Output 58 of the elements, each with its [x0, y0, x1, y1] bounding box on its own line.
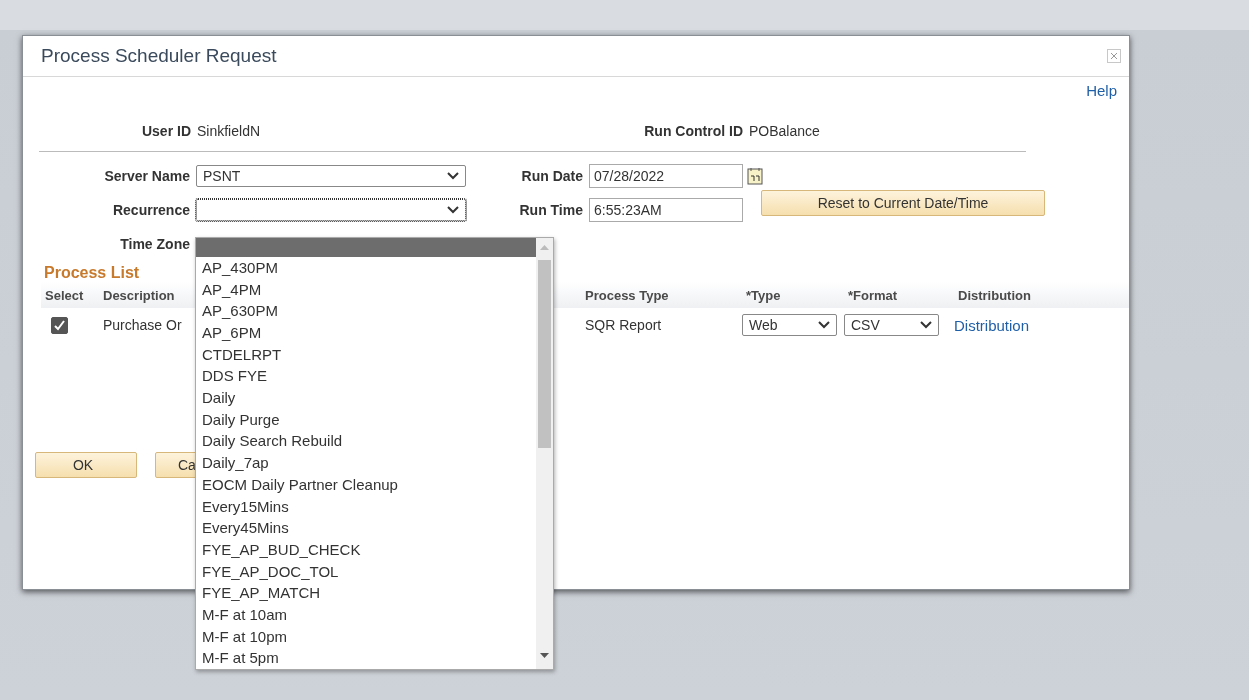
dropdown-option[interactable]: Every15Mins [196, 495, 536, 518]
field-label: Recurrence [111, 202, 191, 218]
dropdown-option[interactable]: M-F at 10am [196, 603, 536, 626]
dropdown-option[interactable]: DDS FYE [196, 365, 536, 388]
field-label: Run Date [520, 168, 584, 184]
field-value: SinkfieldN [197, 123, 262, 139]
caret-icon [447, 172, 459, 180]
caret-icon [920, 321, 932, 329]
select-field[interactable]: PSNT [196, 165, 466, 187]
date-field[interactable]: 07/28/2022 [589, 164, 743, 188]
dropdown-option[interactable]: Daily [196, 387, 536, 409]
field-value: POBalance [749, 123, 820, 139]
dropdown-option[interactable]: AP_6PM [196, 322, 536, 344]
caret-icon [447, 206, 459, 214]
column-header: *Format [847, 287, 898, 303]
field-label: Time Zone [119, 236, 191, 252]
time-field[interactable]: 6:55:23AM [589, 198, 743, 222]
dialog-button[interactable]: OK [35, 452, 137, 478]
dropdown-option[interactable]: Daily Search Rebuild [196, 430, 536, 453]
column-header: Process Type [584, 287, 669, 303]
dropdown-option[interactable]: Every45Mins [196, 517, 536, 539]
dialog-title: Process Scheduler Request [41, 45, 277, 67]
dropdown-option[interactable]: EOCM Daily Partner Cleanup [196, 473, 536, 496]
dropdown-option[interactable]: M-F at 5pm [196, 647, 536, 669]
checkbox[interactable] [51, 316, 68, 334]
dropdown-option[interactable]: Daily Purge [196, 408, 536, 431]
section-title: Process List [44, 264, 140, 282]
select-field[interactable]: Web [742, 314, 837, 336]
table-cell-text: Purchase Or [102, 317, 183, 333]
dropdown-option[interactable]: AP_430PM [196, 256, 536, 279]
dropdown-option[interactable]: CTDELRPT [196, 343, 536, 366]
close-icon [1110, 52, 1118, 60]
dropdown-option[interactable]: M-F at 10pm [196, 625, 536, 648]
dropdown-option[interactable]: Daily_7ap [196, 452, 536, 474]
field-label: Run Control ID [643, 123, 744, 139]
select-field[interactable] [196, 199, 466, 221]
column-header: *Type [745, 287, 781, 303]
table-cell-text: SQR Report [584, 317, 663, 333]
dropdown-option[interactable]: FYE_AP_MATCH [196, 582, 536, 604]
column-header: Select [44, 287, 84, 303]
dropdown-option[interactable]: FYE_AP_DOC_TOL [196, 560, 536, 583]
dropdown-option[interactable]: AP_630PM [196, 300, 536, 322]
field-label: Server Name [103, 168, 191, 184]
select-field[interactable]: CSV [844, 314, 939, 336]
help-link[interactable]: Help [1086, 82, 1117, 99]
close-button[interactable] [1107, 49, 1121, 63]
dropdown-option[interactable]: FYE_AP_BUD_CHECK [196, 538, 536, 561]
dropdown-option[interactable]: AP_4PM [196, 278, 536, 301]
caret-icon [818, 321, 830, 329]
column-header: Distribution [957, 287, 1031, 303]
field-label: Run Time [518, 202, 584, 218]
column-header: Description [102, 287, 175, 303]
calendar-icon[interactable] [747, 167, 763, 185]
scrollbar[interactable] [536, 238, 553, 669]
scroll-down-icon[interactable] [540, 653, 549, 659]
reset-button[interactable]: Reset to Current Date/Time [761, 190, 1045, 216]
field-label: User ID [140, 123, 192, 139]
distribution-link[interactable]: Distribution [954, 316, 1091, 334]
